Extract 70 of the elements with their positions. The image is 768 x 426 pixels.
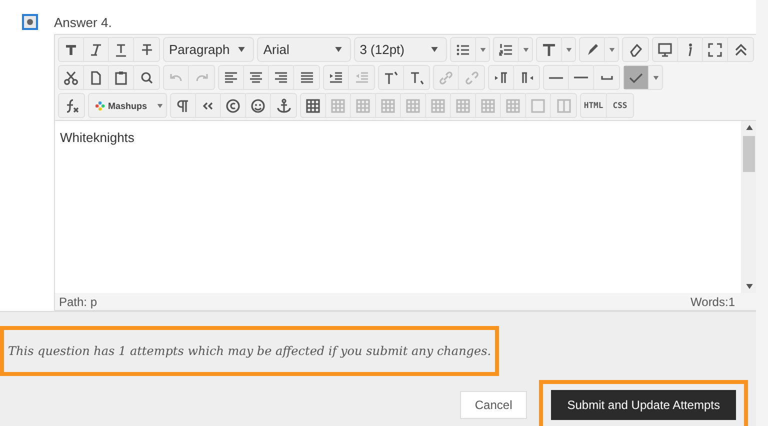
subscript-icon — [408, 70, 424, 86]
table-grid-icon — [405, 98, 422, 114]
horizontal-line-icon — [549, 76, 563, 78]
answer-label: Answer 4. — [54, 14, 112, 30]
indent-icon — [328, 70, 344, 86]
editor-text: Whiteknights — [59, 129, 136, 147]
numbered-list-icon — [498, 42, 514, 58]
eraser-icon — [628, 42, 644, 58]
broken-link-icon — [464, 70, 480, 86]
align-center-icon — [248, 70, 264, 86]
caret-icon — [480, 48, 486, 52]
radio-button[interactable] — [22, 14, 38, 30]
cancel-button[interactable]: Cancel — [460, 391, 528, 419]
dots-icon — [95, 100, 105, 110]
caret-icon — [652, 76, 658, 80]
underline-icon — [113, 42, 129, 58]
text-color-icon — [541, 42, 557, 58]
table-grid-icon — [380, 98, 396, 114]
search-icon — [138, 70, 154, 86]
table-grid-icon — [330, 98, 346, 114]
caret-icon — [566, 48, 572, 52]
mashups-button[interactable]: Mashups — [89, 94, 154, 117]
smiley-icon — [250, 98, 266, 114]
caret-icon — [431, 47, 438, 52]
info-icon — [687, 42, 693, 56]
code-view-button[interactable]: CSS — [607, 94, 634, 117]
scroll-up-icon[interactable] — [746, 125, 752, 130]
caret-icon — [238, 47, 246, 52]
table-grid-icon — [430, 98, 446, 114]
caret-icon — [334, 47, 342, 52]
table-grid-icon — [505, 98, 522, 114]
chevrons-up-icon — [732, 42, 748, 58]
warning-message: This question has 1 attempts which may be affected if you submit any changes. — [0, 326, 500, 376]
square-icon — [530, 98, 546, 114]
paragraph-arrow-right-icon — [493, 70, 509, 86]
scissors-icon — [63, 70, 79, 86]
dropdown[interactable]: Paragraph — [163, 37, 254, 62]
fullscreen-icon — [707, 42, 723, 58]
dropdown[interactable]: 3 (12pt) — [354, 37, 447, 62]
align-justify-icon — [298, 70, 314, 86]
split-square-icon — [556, 98, 572, 114]
clipboard-icon — [113, 70, 129, 86]
dropdown[interactable]: Arial — [257, 37, 351, 62]
submit-button[interactable]: Submit and Update Attempts — [551, 390, 736, 420]
caret-icon — [522, 48, 528, 52]
copyright-icon — [225, 98, 242, 114]
scroll-down-icon[interactable] — [746, 284, 752, 289]
space-icon — [600, 75, 612, 80]
table-grid-icon — [305, 98, 322, 114]
caret-icon — [608, 48, 614, 52]
superscript-icon — [383, 70, 399, 86]
scroll-thumb[interactable] — [743, 136, 755, 172]
table-grid-icon — [480, 98, 496, 114]
monitor-icon — [657, 42, 673, 58]
checkmark-button[interactable] — [624, 66, 649, 89]
outdent-icon — [354, 70, 370, 86]
align-left-icon — [223, 70, 239, 86]
caret-icon — [156, 104, 163, 108]
table-grid-icon — [455, 98, 472, 114]
link-icon — [438, 70, 454, 86]
word-count: Words:1 — [690, 295, 735, 309]
italic-icon — [88, 42, 104, 58]
align-right-icon — [273, 70, 289, 86]
code-view-button[interactable]: HTML — [581, 94, 608, 117]
document-icon — [88, 70, 104, 86]
anchor-icon — [276, 98, 292, 114]
table-grid-icon — [355, 98, 372, 114]
scrollbar[interactable] — [741, 121, 756, 293]
thick-line-icon — [574, 76, 588, 79]
path-label: Path: p — [59, 295, 98, 309]
